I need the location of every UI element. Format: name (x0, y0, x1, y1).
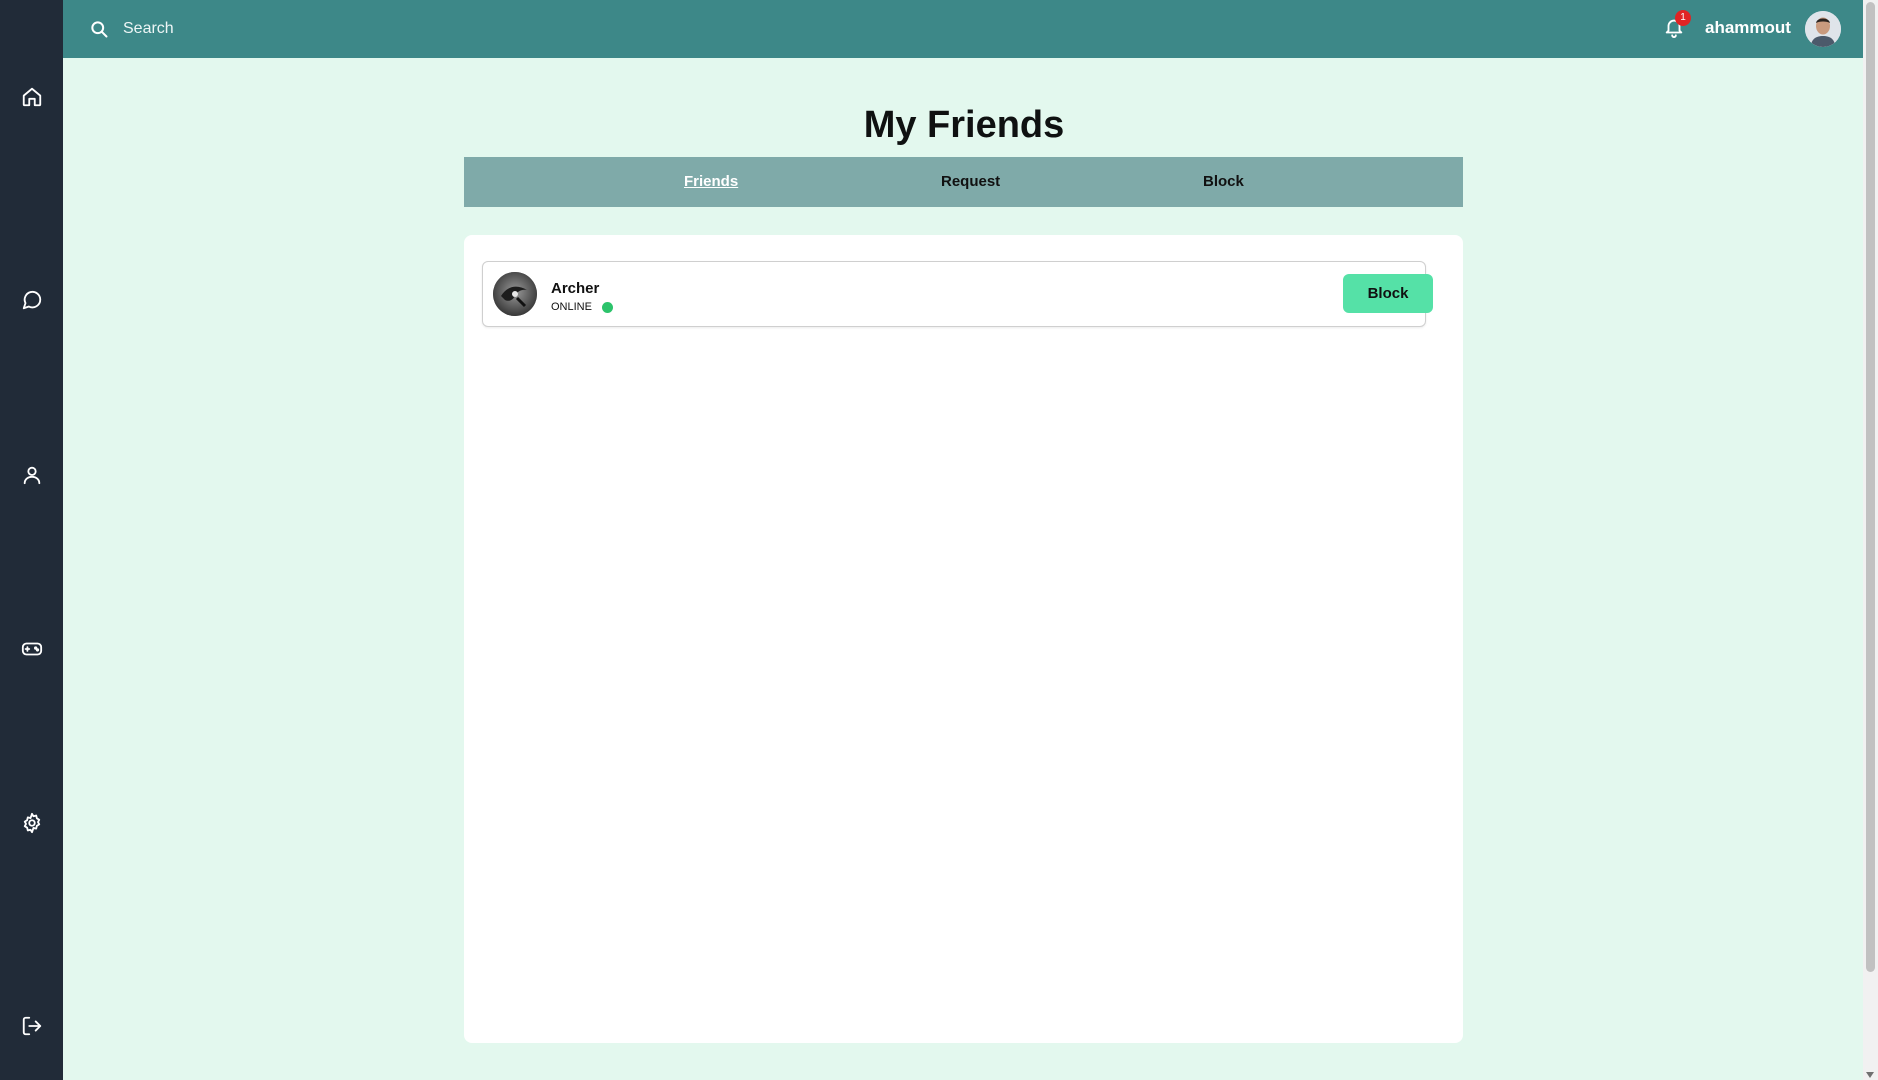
online-status-dot (602, 302, 613, 313)
username[interactable]: ahammout (1705, 18, 1791, 38)
user-icon[interactable] (19, 462, 45, 488)
user-avatar[interactable] (1805, 11, 1841, 47)
scroll-down-arrow-icon[interactable] (1866, 1072, 1874, 1078)
friend-avatar[interactable] (493, 272, 537, 316)
friend-card: Archer ONLINE Block (482, 261, 1433, 327)
tab-request[interactable]: Request (941, 173, 1000, 190)
notification-count-badge: 1 (1675, 10, 1691, 26)
logout-icon[interactable] (19, 1013, 45, 1039)
friend-status: ONLINE (551, 301, 592, 313)
page-title: My Friends (863, 104, 1065, 146)
search-icon (91, 21, 108, 38)
friends-tab-bar: Friends Request Block (464, 157, 1463, 207)
friend-name: Archer (551, 280, 600, 297)
search-box (89, 16, 389, 42)
sidebar (0, 0, 63, 1080)
settings-icon[interactable] (19, 810, 45, 836)
tab-block[interactable]: Block (1203, 173, 1244, 190)
scrollbar-thumb[interactable] (1866, 2, 1875, 972)
page-scrollbar[interactable] (1863, 0, 1878, 1080)
tab-friends[interactable]: Friends (684, 173, 738, 190)
notification-bell-icon[interactable]: 1 (1663, 10, 1691, 42)
search-input[interactable] (121, 19, 365, 39)
friends-panel: Archer ONLINE Block (464, 235, 1463, 1043)
block-button[interactable]: Block (1343, 274, 1433, 313)
gamepad-icon[interactable] (19, 636, 45, 662)
chat-icon[interactable] (19, 287, 45, 313)
home-icon[interactable] (19, 84, 45, 110)
top-bar: 1 ahammout (63, 0, 1863, 58)
